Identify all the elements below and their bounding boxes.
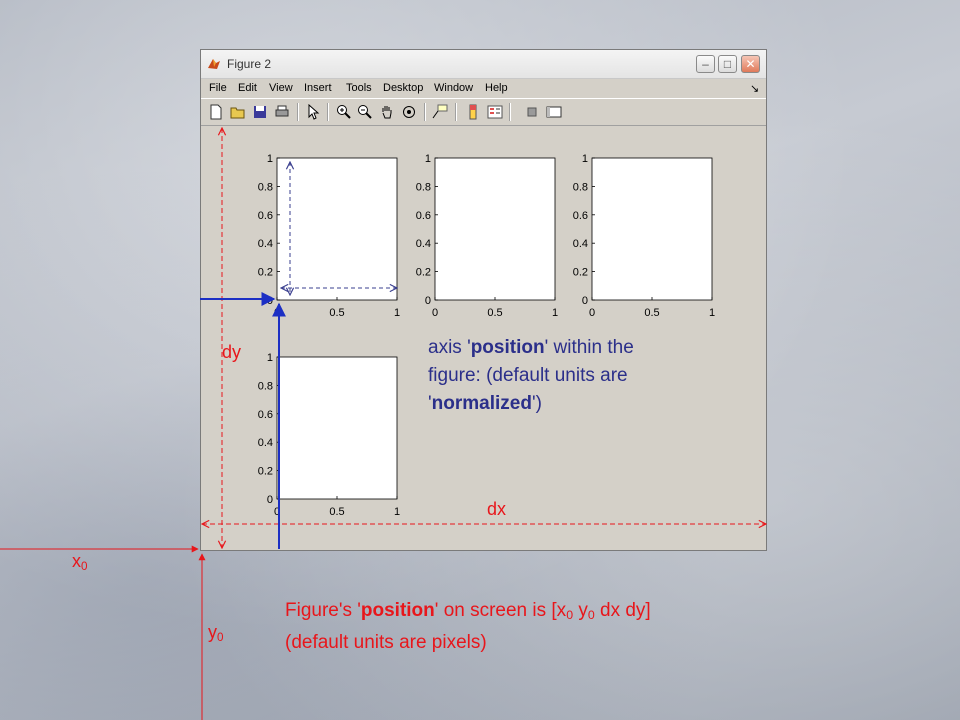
x-tick-label: 0.5: [329, 307, 344, 319]
y0-label: y0: [208, 622, 224, 644]
x-tick-label: 1: [394, 506, 400, 518]
y-tick-label: 0.6: [416, 210, 431, 222]
y-tick-label: 0.4: [258, 437, 273, 449]
y-tick-label: 0: [267, 494, 273, 506]
axes-3[interactable]: 1 0.8 0.6 0.4 0.2 00 0.5 1: [573, 153, 715, 319]
dy-label: dy: [222, 342, 242, 362]
x-tick-label: 1: [552, 307, 558, 319]
x-tick-label: 0: [432, 307, 438, 319]
x-tick-label: 0.5: [644, 307, 659, 319]
figure-position-note: Figure's 'position' on screen is [x0 y0 …: [285, 600, 651, 654]
y-tick-label: 0: [425, 295, 431, 307]
y-tick-label: 0.8: [416, 181, 431, 193]
y-tick-label: 0.6: [573, 210, 588, 222]
axes-plot-area[interactable]: [276, 157, 398, 301]
y-tick-label: 0.6: [258, 210, 273, 222]
axes-plot-area[interactable]: [591, 157, 713, 301]
y-tick-label: 0: [267, 295, 273, 307]
y-tick-label: 0.8: [258, 181, 273, 193]
x-tick-label: 0.5: [487, 307, 502, 319]
y-tick-label: 1: [582, 153, 588, 165]
y-tick-label: 0.8: [573, 181, 588, 193]
y-tick-label: 0.8: [258, 380, 273, 392]
y-tick-label: 0.2: [258, 267, 273, 279]
y-tick-label: 0.6: [258, 409, 273, 421]
y-tick-label: 0.4: [416, 238, 431, 250]
x-tick-label: 0.5: [329, 506, 344, 518]
x-tick-label: 0: [589, 307, 595, 319]
y-tick-label: 0.2: [416, 267, 431, 279]
y-tick-label: 0.2: [573, 267, 588, 279]
axes-1[interactable]: 10.80.60.40.200 0.5 1: [258, 153, 400, 319]
y-tick-label: 0.4: [573, 238, 588, 250]
x0-label: x0: [72, 551, 88, 573]
axes-2[interactable]: 1 0.8 0.6 0.4 0.2 00 0.5 1: [416, 153, 558, 319]
axis-position-note: axis 'position' within the figure: (defa…: [428, 337, 634, 414]
axes-plot-area[interactable]: [434, 157, 556, 301]
x-tick-label: 1: [394, 307, 400, 319]
y-tick-label: 0.2: [258, 466, 273, 478]
y-tick-label: 0: [582, 295, 588, 307]
y-tick-label: 1: [425, 153, 431, 165]
y-tick-label: 1: [267, 153, 273, 165]
x-tick-label: 1: [709, 307, 715, 319]
axes-plot-area[interactable]: [276, 356, 398, 500]
dx-label: dx: [487, 499, 507, 519]
y-tick-label: 0.4: [258, 238, 273, 250]
y-tick-label: 1: [267, 352, 273, 364]
